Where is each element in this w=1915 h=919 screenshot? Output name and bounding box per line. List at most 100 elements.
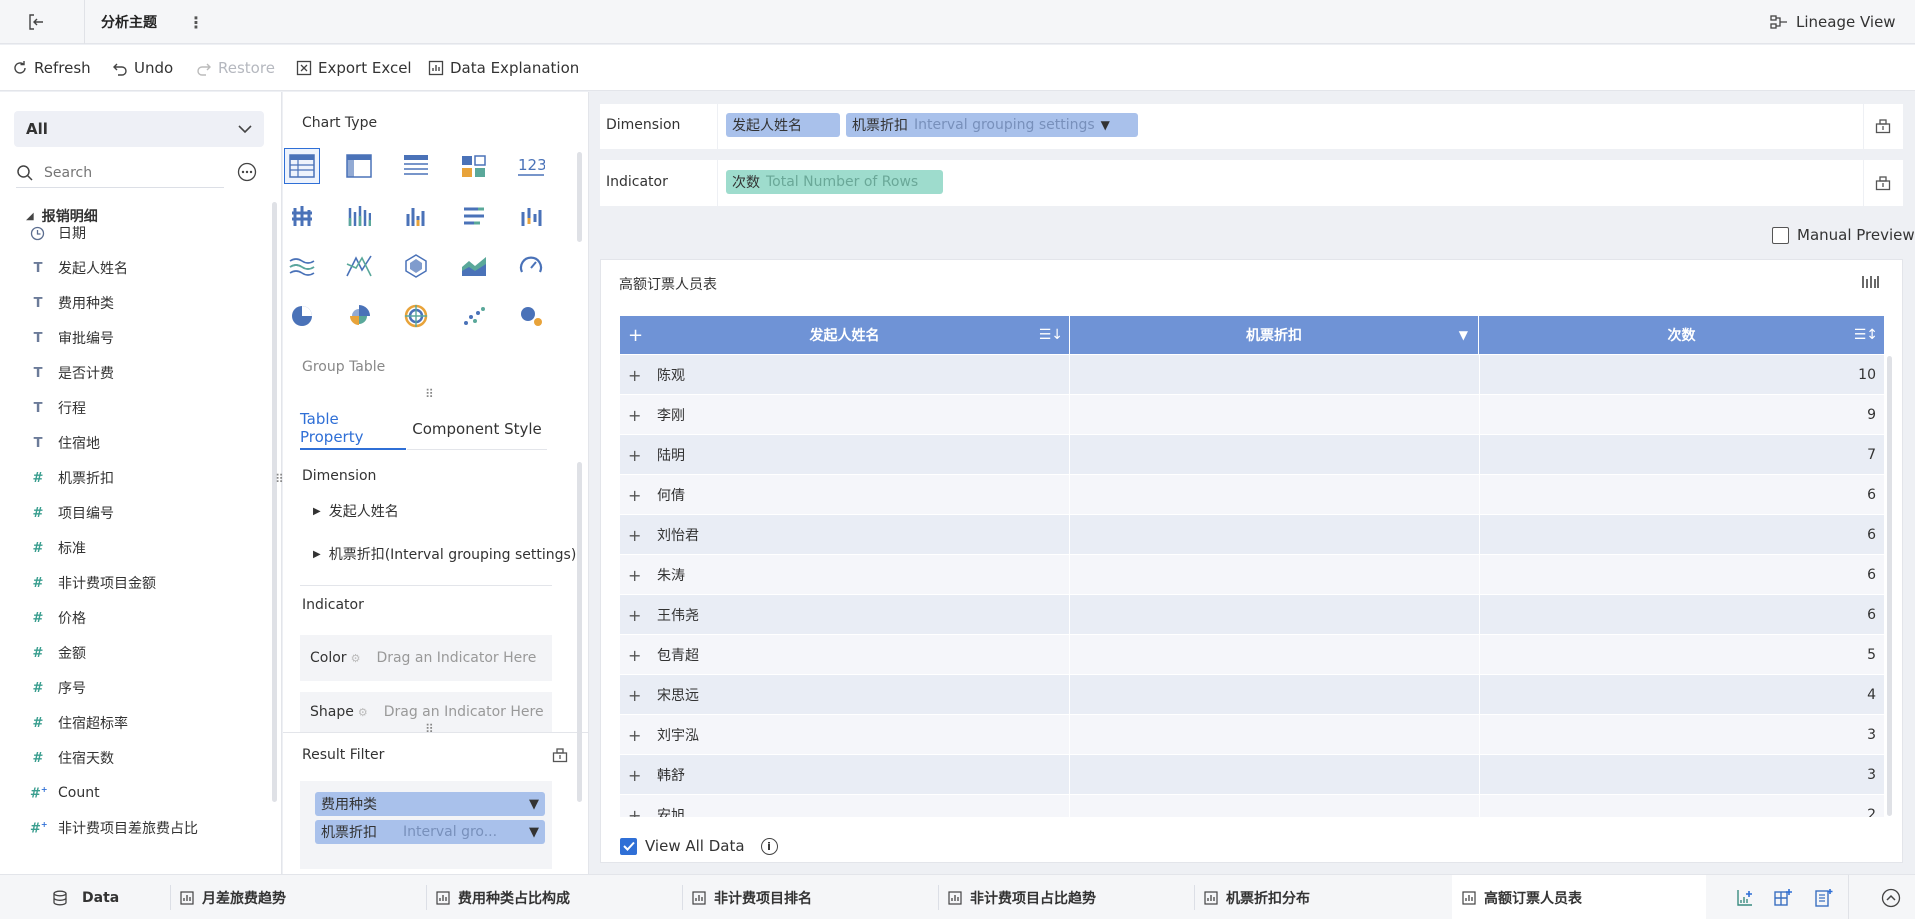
search-field[interactable] [16, 158, 224, 188]
rose-chart-icon[interactable] [341, 298, 377, 334]
dimension-settings-icon[interactable] [1873, 116, 1893, 136]
table-row[interactable]: + 李刚 9 [620, 395, 1884, 435]
waterfall-icon[interactable] [513, 198, 549, 234]
dimension-pill[interactable]: 发起人姓名 [726, 113, 840, 137]
chart-settings-icon[interactable] [1860, 272, 1880, 292]
table-row[interactable]: + 安旭 2 [620, 795, 1884, 817]
group-table-icon[interactable] [284, 148, 320, 184]
expand-row-icon[interactable]: + [628, 715, 641, 755]
filter-pill[interactable]: 机票折扣 Interval gro... ▼ [315, 820, 545, 844]
line-chart-icon[interactable] [284, 248, 320, 284]
field-item[interactable]: # 序号 [30, 673, 86, 703]
dimension-item[interactable]: ▶ 机票折扣(Interval grouping settings) [313, 543, 576, 565]
collapse-up-icon[interactable] [1880, 887, 1902, 909]
expand-row-icon[interactable]: + [628, 435, 641, 475]
sheet-tab[interactable]: 月差旅费趋势 [180, 875, 286, 919]
add-component-icon[interactable] [1734, 887, 1756, 909]
info-icon[interactable]: i [760, 837, 778, 855]
field-item[interactable]: # 机票折扣 [30, 463, 114, 493]
mid-scrollbar[interactable] [577, 462, 582, 802]
filter-settings-icon[interactable] [551, 746, 569, 764]
manual-preview-checkbox[interactable] [1772, 226, 1789, 244]
expand-row-icon[interactable]: + [628, 475, 641, 515]
drag-handle-icon[interactable]: ⠿ [425, 722, 434, 736]
table-row[interactable]: + 王伟尧 6 [620, 595, 1884, 635]
sheet-tab[interactable]: 非计费项目占比趋势 [948, 875, 1096, 919]
field-item[interactable]: T 是否计费 [30, 358, 114, 388]
field-item[interactable]: T 住宿地 [30, 428, 100, 458]
expand-row-icon[interactable]: + [628, 675, 641, 715]
export-excel-button[interactable]: Export Excel [296, 45, 412, 91]
add-story-icon[interactable] [1812, 887, 1834, 909]
field-item[interactable]: # 标准 [30, 533, 86, 563]
more-vertical-icon[interactable]: ⋮ [188, 11, 204, 33]
dimension-pill[interactable]: 机票折扣 Interval grouping settings ▼ [846, 113, 1138, 137]
sheet-tab[interactable]: 机票折扣分布 [1204, 875, 1310, 919]
search-input[interactable] [44, 164, 214, 181]
field-item[interactable]: # 项目编号 [30, 498, 114, 528]
expand-row-icon[interactable]: + [628, 635, 641, 675]
expand-row-icon[interactable]: + [628, 515, 641, 555]
expand-row-icon[interactable]: + [628, 595, 641, 635]
column-header[interactable]: + 发起人姓名 ☰↓ [620, 316, 1069, 354]
column-header[interactable]: 机票折扣 ▼ [1070, 316, 1478, 354]
detail-table-icon[interactable] [398, 148, 434, 184]
tab-component-style[interactable]: Component Style [407, 408, 547, 450]
lineage-view-button[interactable]: Lineage View [1770, 0, 1896, 44]
filter-icon[interactable]: ▼ [1459, 328, 1468, 342]
dimension-item[interactable]: ▶ 发起人姓名 [313, 500, 399, 522]
field-item[interactable]: # 住宿超标率 [30, 708, 128, 738]
multi-ring-icon[interactable] [398, 298, 434, 334]
table-row[interactable]: + 朱涛 6 [620, 555, 1884, 595]
color-drop-zone[interactable]: Color ⚙ Drag an Indicator Here [300, 635, 552, 681]
table-select[interactable]: All [14, 111, 264, 147]
indicator-settings-icon[interactable] [1873, 173, 1893, 193]
view-all-data-toggle[interactable]: View All Data i [620, 836, 778, 856]
expand-row-icon[interactable]: + [628, 555, 641, 595]
area-chart-icon[interactable] [456, 248, 492, 284]
table-row[interactable]: + 韩舒 3 [620, 755, 1884, 795]
indicator-pill[interactable]: 次数 Total Number of Rows [726, 170, 943, 194]
filter-pill[interactable]: 费用种类 ▼ [315, 792, 545, 816]
field-item[interactable]: #+ Count [30, 778, 100, 808]
table-row[interactable]: + 刘宇泓 3 [620, 715, 1884, 755]
sort-desc-icon[interactable]: ☰↓ [1039, 327, 1063, 343]
scatter-icon[interactable] [456, 298, 492, 334]
bubble-icon[interactable] [513, 298, 549, 334]
expand-row-icon[interactable]: + [628, 795, 641, 818]
field-item[interactable]: T 费用种类 [30, 288, 114, 318]
pie-chart-icon[interactable] [284, 298, 320, 334]
sort-icon[interactable]: ☰↕ [1854, 327, 1878, 343]
table-row[interactable]: + 何倩 6 [620, 475, 1884, 515]
field-item[interactable]: # 非计费项目金额 [30, 568, 156, 598]
left-scrollbar[interactable] [272, 202, 277, 802]
manual-preview-toggle[interactable]: Manual Preview [1772, 225, 1915, 245]
more-options-icon[interactable] [236, 161, 258, 183]
table-row[interactable]: + 包青超 5 [620, 635, 1884, 675]
panel-resize-handle[interactable]: ⠿ [275, 472, 284, 486]
field-item[interactable]: # 价格 [30, 603, 86, 633]
add-dashboard-icon[interactable] [1772, 887, 1794, 909]
table-row[interactable]: + 宋思远 4 [620, 675, 1884, 715]
cross-table-icon[interactable] [341, 148, 377, 184]
kpi-card-icon[interactable] [456, 148, 492, 184]
multi-line-icon[interactable] [341, 248, 377, 284]
expand-row-icon[interactable]: + [628, 395, 641, 435]
number-icon[interactable]: 123 [513, 148, 549, 184]
expand-row-icon[interactable]: + [628, 755, 641, 795]
radar-icon[interactable] [398, 248, 434, 284]
column-header[interactable]: 次数 ☰↕ [1479, 316, 1884, 354]
view-all-checkbox[interactable] [620, 837, 637, 855]
restore-button[interactable]: Restore [196, 45, 275, 91]
gauge-icon[interactable] [513, 248, 549, 284]
drag-handle-icon[interactable]: ⠿ [425, 387, 435, 401]
column-chart-icon[interactable] [398, 198, 434, 234]
undo-button[interactable]: Undo [112, 45, 173, 91]
field-item[interactable]: #+ 非计费项目差旅费占比 [30, 813, 198, 843]
field-item[interactable]: # 金额 [30, 638, 86, 668]
field-item[interactable]: T 发起人姓名 [30, 253, 128, 283]
field-item[interactable]: # 住宿天数 [30, 743, 114, 773]
mid-scrollbar[interactable] [577, 152, 582, 242]
expand-row-icon[interactable]: + [628, 355, 641, 395]
data-explanation-button[interactable]: Data Explanation [428, 45, 579, 91]
